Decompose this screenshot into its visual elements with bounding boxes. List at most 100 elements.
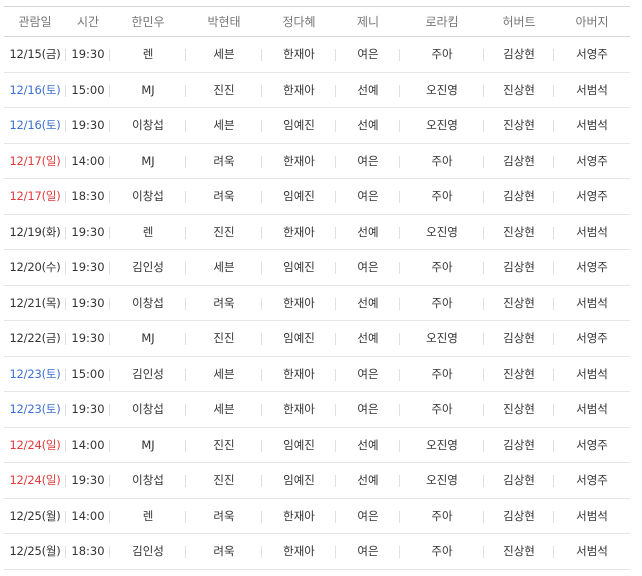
performance-date: 12/20(수): [4, 250, 66, 286]
cast-name-role-1: 김인성: [110, 356, 186, 392]
cast-name-role-5: 오진영: [400, 72, 484, 108]
performance-date: 12/22(금): [4, 321, 66, 357]
cast-name-role-7: 서영주: [576, 260, 608, 275]
header-role-7: 아버지: [554, 6, 630, 37]
cast-name-role-5: 주아: [400, 285, 484, 321]
cast-name-role-7: 서범석: [576, 118, 608, 133]
cast-name-role-4: 여은: [336, 392, 400, 428]
cast-name-role-4: 선예: [336, 108, 400, 144]
cast-name-role-1: MJ: [110, 72, 186, 108]
cast-name-role-7: 서영주: [576, 47, 608, 62]
cast-name-role-1: 이창섭: [110, 285, 186, 321]
cast-name-role-3: 한재아: [262, 214, 336, 250]
header-date: 관람일: [4, 6, 66, 37]
performance-time: 19:30: [66, 108, 110, 144]
cast-schedule-table: 관람일 시간 한민우 박현태 정다혜 제니 로라킴 허버트 아버지 12/15(…: [4, 6, 630, 570]
performance-time: 14:00: [66, 427, 110, 463]
cast-name-role-3: 한재아: [262, 534, 336, 570]
cast-name-role-3: 한재아: [262, 285, 336, 321]
table-row: 12/17(일) 18:30 이창섭 려욱 임예진 여은 주아 김상현 서영주: [4, 179, 630, 215]
cast-name-role-1: 김인성: [110, 250, 186, 286]
cast-name-role-4: 여은: [336, 250, 400, 286]
cast-name-role-2: 세븐: [186, 392, 262, 428]
cast-name-role-5: 주아: [400, 143, 484, 179]
cast-name-role-4: 선예: [336, 285, 400, 321]
cast-name-role-5: 주아: [400, 250, 484, 286]
cast-name-role-5: 오진영: [400, 321, 484, 357]
cast-name-role-6: 김상현: [484, 179, 554, 215]
cast-name-role-5: 주아: [400, 392, 484, 428]
cast-name-role-1: 이창섭: [110, 392, 186, 428]
cast-name-role-2: 진진: [186, 72, 262, 108]
header-row: 관람일 시간 한민우 박현태 정다혜 제니 로라킴 허버트 아버지: [4, 6, 630, 37]
header-role-2: 박현태: [186, 6, 262, 37]
cast-name-role-4: 선예: [336, 427, 400, 463]
cast-name-role-2: 려욱: [186, 534, 262, 570]
cast-name-role-6: 진상현: [484, 108, 554, 144]
cast-name-role-1: 이창섭: [110, 463, 186, 499]
cast-name-role-4: 여은: [336, 37, 400, 73]
cast-name-role-2: 려욱: [186, 143, 262, 179]
cast-name-role-3: 한재아: [262, 72, 336, 108]
cast-name-role-3: 임예진: [262, 250, 336, 286]
cast-name-role-7: 서범석: [576, 544, 608, 559]
performance-time: 19:30: [66, 250, 110, 286]
table-row: 12/16(토) 15:00 MJ 진진 한재아 선예 오진영 진상현 서범석: [4, 72, 630, 108]
table-row: 12/16(토) 19:30 이창섭 세븐 임예진 선예 오진영 진상현 서범석: [4, 108, 630, 144]
table-header: 관람일 시간 한민우 박현태 정다혜 제니 로라킴 허버트 아버지: [4, 6, 630, 37]
cast-name-role-1: 이창섭: [110, 108, 186, 144]
performance-date: 12/23(토): [4, 356, 66, 392]
performance-time: 15:00: [66, 72, 110, 108]
table-row: 12/22(금) 19:30 MJ 진진 임예진 선예 오진영 김상현 서영주: [4, 321, 630, 357]
header-time: 시간: [66, 6, 110, 37]
cast-name-role-2: 진진: [186, 463, 262, 499]
performance-time: 14:00: [66, 498, 110, 534]
cast-name-role-4: 여은: [336, 534, 400, 570]
cast-name-role-2: 려욱: [186, 285, 262, 321]
cast-name-role-1: 이창섭: [110, 179, 186, 215]
cast-name-role-6: 김상현: [484, 321, 554, 357]
cast-name-role-5: 주아: [400, 179, 484, 215]
cast-name-role-3: 한재아: [262, 392, 336, 428]
cast-name-role-2: 려욱: [186, 498, 262, 534]
table-row: 12/23(토) 15:00 김인성 세븐 한재아 여은 주아 진상현 서범석: [4, 356, 630, 392]
cast-name-role-6: 진상현: [484, 356, 554, 392]
cast-name-role-3: 임예진: [262, 463, 336, 499]
performance-date: 12/25(월): [4, 498, 66, 534]
cast-name-role-5: 주아: [400, 498, 484, 534]
cast-name-role-4: 여은: [336, 356, 400, 392]
cast-name-role-1: 렌: [110, 37, 186, 73]
header-role-1: 한민우: [110, 6, 186, 37]
cast-name-role-2: 진진: [186, 321, 262, 357]
cast-name-role-6: 김상현: [484, 498, 554, 534]
cast-name-role-2: 세븐: [186, 250, 262, 286]
table-body: 12/15(금) 19:30 렌 세븐 한재아 여은 주아 김상현 서영주 12/16(토) 15:…: [4, 37, 630, 570]
cast-name-role-4: 선예: [336, 321, 400, 357]
cast-name-role-3: 한재아: [262, 356, 336, 392]
cast-name-role-7: 서범석: [576, 224, 608, 239]
cast-name-role-4: 여은: [336, 498, 400, 534]
table-row: 12/25(월) 14:00 렌 려욱 한재아 여은 주아 김상현 서범석: [4, 498, 630, 534]
performance-time: 18:30: [66, 534, 110, 570]
performance-time: 15:00: [66, 356, 110, 392]
cast-name-role-6: 김상현: [484, 250, 554, 286]
cast-name-role-4: 여은: [336, 143, 400, 179]
performance-date: 12/17(일): [4, 179, 66, 215]
performance-date: 12/25(월): [4, 534, 66, 570]
table-row: 12/21(목) 19:30 이창섭 려욱 한재아 선예 주아 진상현 서범석: [4, 285, 630, 321]
cast-name-role-6: 김상현: [484, 37, 554, 73]
table-row: 12/25(월) 18:30 김인성 려욱 한재아 여은 주아 진상현 서범석: [4, 534, 630, 570]
performance-date: 12/15(금): [4, 37, 66, 73]
performance-date: 12/24(일): [4, 427, 66, 463]
header-role-6: 허버트: [484, 6, 554, 37]
cast-name-role-1: MJ: [110, 143, 186, 179]
performance-time: 19:30: [66, 285, 110, 321]
cast-name-role-3: 한재아: [262, 37, 336, 73]
cast-name-role-7: 서영주: [576, 437, 608, 452]
performance-time: 14:00: [66, 143, 110, 179]
table-row: 12/24(일) 14:00 MJ 진진 임예진 선예 오진영 김상현 서영주: [4, 427, 630, 463]
cast-name-role-7: 서영주: [576, 189, 608, 204]
table-row: 12/24(일) 19:30 이창섭 진진 임예진 선예 오진영 김상현 서영주: [4, 463, 630, 499]
cast-name-role-2: 진진: [186, 427, 262, 463]
cast-name-role-3: 임예진: [262, 179, 336, 215]
